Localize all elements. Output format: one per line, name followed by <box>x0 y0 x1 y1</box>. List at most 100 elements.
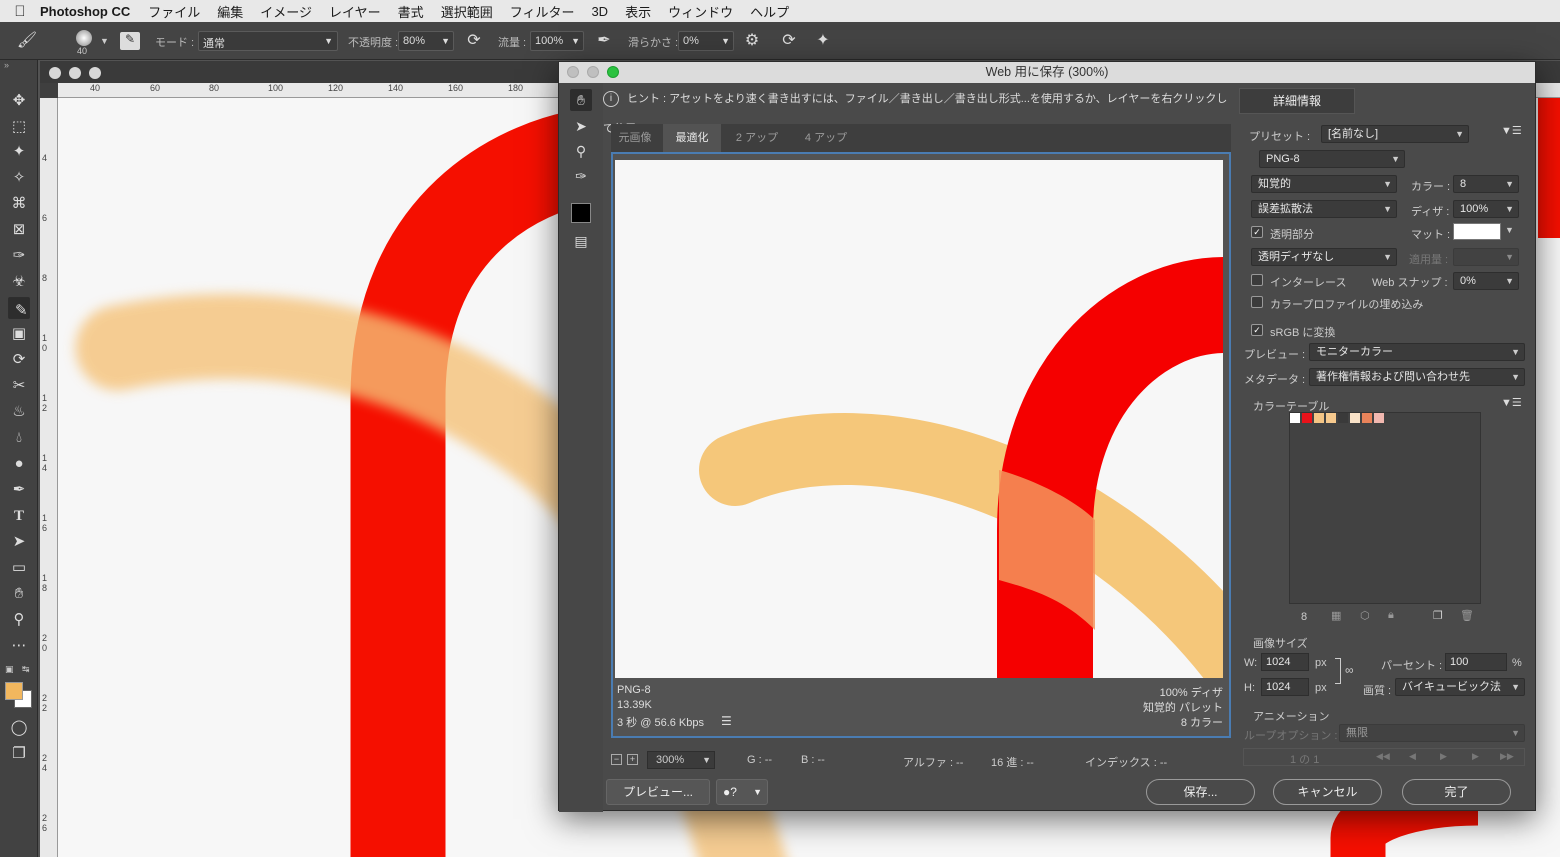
close-window-button[interactable] <box>49 67 61 79</box>
quick-mask-icon[interactable]: ◯ <box>8 717 30 739</box>
color-swatch[interactable] <box>1362 413 1372 423</box>
height-field[interactable]: 1024 <box>1261 678 1309 696</box>
browser-preview-button[interactable]: ●? ▼ <box>716 779 768 805</box>
reduction-select[interactable]: 知覚的 ▼ <box>1251 175 1397 193</box>
foreground-color-swatch[interactable] <box>5 682 23 700</box>
eyedropper-color-swatch[interactable] <box>571 203 591 223</box>
interlace-checkbox[interactable] <box>1251 274 1263 286</box>
zoom-dialog-button[interactable] <box>607 66 619 78</box>
menu-file[interactable]: ファイル <box>148 2 200 21</box>
minimize-dialog-button[interactable] <box>587 66 599 78</box>
pressure-opacity-icon[interactable]: ⟳ <box>463 30 485 52</box>
zoom-tool-icon[interactable]: ⚲ <box>570 140 592 162</box>
crop-tool-icon[interactable]: ⌘ <box>8 193 30 215</box>
screen-mode-icon[interactable]: ❐ <box>8 743 30 765</box>
matte-color-swatch[interactable] <box>1453 223 1501 240</box>
tab-4up[interactable]: 4 アップ <box>793 124 859 152</box>
app-name-menu[interactable]: Photoshop CC <box>40 4 130 19</box>
minimize-window-button[interactable] <box>69 67 81 79</box>
apple-icon[interactable]:  <box>0 3 40 20</box>
detail-info-button[interactable]: 詳細情報 <box>1239 88 1355 114</box>
lasso-tool-icon[interactable]: ✦ <box>8 141 30 163</box>
swap-colors-icon[interactable]: ↹ <box>22 664 30 675</box>
frame-tool-icon[interactable]: ⊠ <box>8 219 30 241</box>
zoom-tool-icon[interactable]: ⚲ <box>8 609 30 631</box>
pen-tool-icon[interactable]: ✒ <box>8 479 30 501</box>
type-tool-icon[interactable]: T <box>8 505 30 527</box>
default-colors-icon[interactable]: ▣ <box>5 664 14 675</box>
play-icon[interactable]: ▶ <box>1440 751 1447 762</box>
color-table[interactable] <box>1289 412 1481 604</box>
last-frame-icon[interactable]: ▶▶ <box>1500 751 1514 762</box>
hand-tool-icon[interactable]: ✋︎ <box>8 583 30 605</box>
path-selection-tool-icon[interactable]: ➤ <box>8 531 30 553</box>
menu-filter[interactable]: フィルター <box>510 2 575 21</box>
color-table-menu-icon[interactable]: ▼☰ <box>1501 396 1522 409</box>
expand-icon[interactable]: » <box>4 60 9 70</box>
websnap-field[interactable]: 0% ▼ <box>1453 272 1519 290</box>
tab-2up[interactable]: 2 アップ <box>725 124 789 152</box>
format-select[interactable]: PNG-8 ▼ <box>1259 150 1405 168</box>
color-swatch[interactable] <box>1326 413 1336 423</box>
tab-optimized[interactable]: 最適化 <box>663 124 721 152</box>
metadata-select[interactable]: 著作権情報および問い合わせ先 ▼ <box>1309 368 1525 386</box>
color-swatch[interactable] <box>1350 413 1360 423</box>
more-tools-icon[interactable]: ⋯ <box>8 635 30 657</box>
link-icon[interactable]: ∞ <box>1345 663 1354 677</box>
color-swatch[interactable] <box>1338 413 1348 423</box>
zoom-in-button[interactable]: + <box>627 754 638 765</box>
width-field[interactable]: 1024 <box>1261 653 1309 671</box>
transparency-dither-select[interactable]: 透明ディザなし ▼ <box>1251 248 1397 266</box>
transparency-checkbox[interactable]: ✓ <box>1251 226 1263 238</box>
symmetry-icon[interactable]: ✦ <box>812 30 834 52</box>
menu-3d[interactable]: 3D <box>591 4 608 19</box>
hand-tool-icon[interactable]: ✋︎ <box>570 89 592 111</box>
trash-icon[interactable]: 🗑︎ <box>1460 609 1474 622</box>
color-swatch[interactable] <box>1290 413 1300 423</box>
next-frame-icon[interactable]: ▶ <box>1472 751 1479 762</box>
pressure-size-icon[interactable]: ⟳ <box>778 30 800 52</box>
eraser-tool-icon[interactable]: ✂ <box>8 375 30 397</box>
menu-select[interactable]: 選択範囲 <box>441 2 493 21</box>
menu-window[interactable]: ウィンドウ <box>668 2 733 21</box>
marquee-tool-icon[interactable]: ⬚ <box>8 116 30 138</box>
mode-select[interactable]: 通常 ▼ <box>198 31 338 51</box>
preset-select[interactable]: [名前なし] ▼ <box>1321 125 1469 143</box>
menu-type[interactable]: 書式 <box>398 2 424 21</box>
zoom-level-select[interactable]: 300% ▼ <box>647 751 715 769</box>
gear-icon[interactable]: ⚙ <box>741 30 763 52</box>
color-swatch[interactable] <box>1374 413 1384 423</box>
menu-image[interactable]: イメージ <box>260 2 312 21</box>
magic-wand-tool-icon[interactable]: ✧ <box>8 167 30 189</box>
brush-preset-picker[interactable]: 40 ▼ <box>66 28 109 58</box>
blur-tool-icon[interactable]: 💧︎ <box>8 427 30 449</box>
dither-field[interactable]: 100% ▼ <box>1453 200 1519 218</box>
paint-bucket-tool-icon[interactable]: ♨ <box>8 401 30 423</box>
smoothing-field[interactable]: 0% ▼ <box>678 31 734 51</box>
embed-profile-checkbox[interactable] <box>1251 296 1263 308</box>
dodge-tool-icon[interactable]: ● <box>8 453 30 475</box>
dither-algorithm-select[interactable]: 誤差拡散法 ▼ <box>1251 200 1397 218</box>
lock-icon[interactable]: 🔒︎ <box>1388 609 1394 622</box>
brush-tool-icon[interactable]: 🖌︎ <box>16 30 38 52</box>
percent-field[interactable]: 100 <box>1445 653 1507 671</box>
preview-button[interactable]: プレビュー... <box>606 779 710 805</box>
color-swatch[interactable] <box>1314 413 1324 423</box>
prev-frame-icon[interactable]: ◀ <box>1409 751 1416 762</box>
map-transparent-icon[interactable]: ▦ <box>1331 609 1341 622</box>
stamp-tool-icon[interactable]: ▣ <box>8 323 30 345</box>
color-swatch[interactable] <box>1302 413 1312 423</box>
toggle-slices-icon[interactable]: ▤ <box>570 230 592 252</box>
opacity-field[interactable]: 80% ▼ <box>398 31 454 51</box>
eyedropper-tool-icon[interactable]: ✑ <box>8 245 30 267</box>
zoom-out-button[interactable]: − <box>611 754 622 765</box>
web-shift-icon[interactable]: ⬡ <box>1360 609 1370 622</box>
menu-help[interactable]: ヘルプ <box>750 2 789 21</box>
eyedropper-tool-icon[interactable]: ✑ <box>570 165 592 187</box>
history-brush-tool-icon[interactable]: ⟳ <box>8 349 30 371</box>
brush-tool-icon[interactable]: ✎ <box>8 297 30 319</box>
chevron-down-icon[interactable]: ▼ <box>1505 225 1514 235</box>
brush-panel-icon[interactable]: ✎ <box>120 32 140 50</box>
zoom-window-button[interactable] <box>89 67 101 79</box>
flow-field[interactable]: 100% ▼ <box>530 31 584 51</box>
